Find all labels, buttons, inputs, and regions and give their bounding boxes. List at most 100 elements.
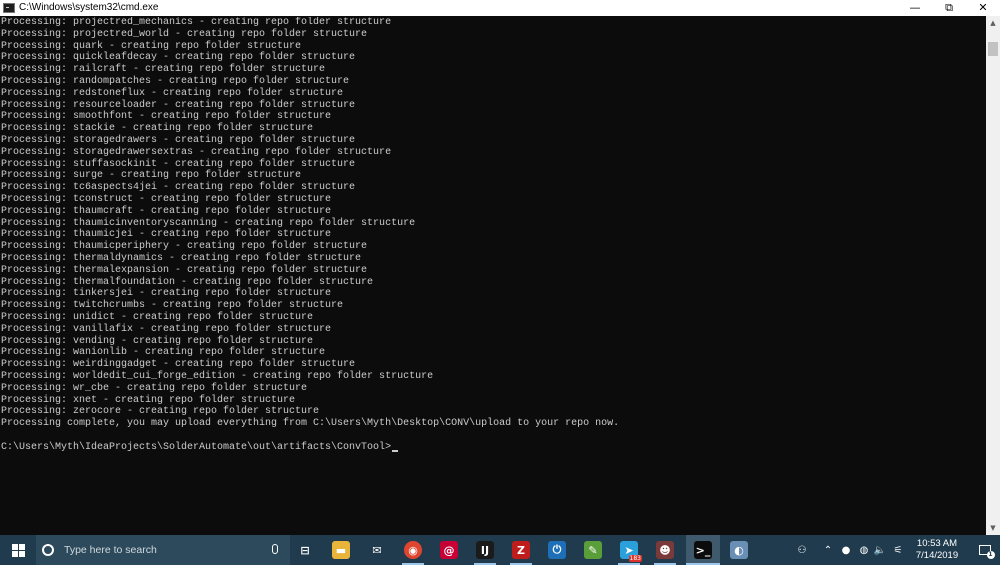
taskbar-app-power[interactable]: ⏻	[540, 535, 574, 565]
taskbar-app-file-explorer[interactable]: ▬	[324, 535, 358, 565]
tray-discord[interactable]: ◍	[856, 535, 872, 565]
console-line: Processing: surge - creating repo folder…	[1, 170, 302, 182]
console-line: Processing: tconstruct - creating repo f…	[1, 193, 332, 205]
console-line: Processing: tinkersjei - creating repo f…	[1, 288, 332, 300]
start-button[interactable]	[0, 535, 36, 565]
console-line: Processing: railcraft - creating repo fo…	[1, 64, 326, 76]
vertical-scrollbar[interactable]: ▲ ▼	[986, 16, 1000, 535]
microphone-icon[interactable]	[272, 544, 278, 554]
intellij-icon: IJ	[476, 541, 494, 559]
taskbar-app-filezilla[interactable]: Z	[504, 535, 538, 565]
taskbar-app-debian[interactable]: @	[432, 535, 466, 565]
console-line: Processing: thaumicjei - creating repo f…	[1, 229, 332, 241]
clock-time: 10:53 AM	[916, 538, 958, 549]
cmd-window: C:\Windows\system32\cmd.exe — ⧉ ✕ Proces…	[0, 0, 1000, 535]
discord-icon: ◍	[859, 544, 869, 556]
power-icon: ⏻	[548, 541, 566, 559]
close-button[interactable]: ✕	[966, 0, 1000, 16]
console-line: Processing: projectred_mechanics - creat…	[1, 17, 392, 28]
taskbar-app-chrome[interactable]: ◉	[396, 535, 430, 565]
tray-volume[interactable]: 🔈	[872, 535, 888, 565]
maximize-button[interactable]: ⧉	[932, 0, 966, 16]
tray-tray-app[interactable]: ●	[838, 535, 854, 565]
console-line: Processing: randompatches - creating rep…	[1, 75, 350, 87]
telegram-badge: 183	[628, 555, 642, 562]
tray-network[interactable]: ⚟	[890, 535, 906, 565]
game-icon: ☻	[656, 541, 674, 559]
console-line: Processing: xnet - creating repo folder …	[1, 394, 296, 406]
console-line: Processing: stuffasockinit - creating re…	[1, 158, 356, 170]
search-placeholder: Type here to search	[64, 544, 157, 556]
clock[interactable]: 10:53 AM 7/14/2019	[905, 538, 969, 562]
console-line: Processing: thermalfoundation - creating…	[1, 276, 374, 288]
show-hidden-icons-icon: ⌃	[823, 544, 833, 556]
console-line: Processing: twitchcrumbs - creating repo…	[1, 300, 344, 312]
search-box[interactable]: Type here to search	[36, 535, 290, 565]
console-line: Processing: wanionlib - creating repo fo…	[1, 347, 326, 359]
taskbar-app-paint[interactable]: ◐	[722, 535, 756, 565]
console-line: Processing: projectred_world - creating …	[1, 28, 368, 40]
console-line: Processing: zerocore - creating repo fol…	[1, 406, 320, 418]
console-line: Processing: thaumicperiphery - creating …	[1, 241, 368, 253]
chrome-icon: ◉	[404, 541, 422, 559]
console-line: Processing: wr_cbe - creating repo folde…	[1, 382, 308, 394]
taskbar-app-notepad[interactable]: ✎	[576, 535, 610, 565]
command-prompt[interactable]: C:\Users\Myth\IdeaProjects\SolderAutomat…	[0, 442, 986, 454]
taskbar-app-intellij[interactable]: IJ	[468, 535, 502, 565]
taskbar: Type here to search ⊟ ▬ ✉ ◉ @ IJ Z ⏻ ✎ ➤ 183 ☻ >_ ◐ ⚇…	[0, 535, 1000, 565]
action-center-button[interactable]: 1	[969, 535, 1000, 565]
scroll-thumb[interactable]	[988, 42, 998, 56]
volume-icon: 🔈	[873, 544, 887, 556]
taskbar-app-mail[interactable]: ✉	[360, 535, 394, 565]
taskbar-app-game[interactable]: ☻	[648, 535, 682, 565]
prompt-path: C:\Users\Myth\IdeaProjects\SolderAutomat…	[1, 441, 392, 453]
console-output[interactable]: Processing: projectred_mechanics - creat…	[0, 17, 986, 535]
console-line: Processing: thaumcraft - creating repo f…	[1, 205, 332, 217]
console-line: Processing: thaumicinventoryscanning - c…	[1, 217, 416, 229]
console-line: Processing: storagedrawers - creating re…	[1, 134, 356, 146]
console-line: Processing: resourceloader - creating re…	[1, 99, 356, 111]
title-bar[interactable]: C:\Windows\system32\cmd.exe — ⧉ ✕	[0, 0, 1000, 16]
taskbar-app-cmd[interactable]: >_	[686, 535, 720, 565]
minimize-button[interactable]: —	[898, 0, 932, 16]
console-line: Processing complete, you may upload ever…	[1, 418, 620, 430]
console-line: Processing: vanillafix - creating repo f…	[1, 323, 332, 335]
filezilla-icon: Z	[512, 541, 530, 559]
console-line: Processing: vending - creating repo fold…	[1, 335, 314, 347]
debian-icon: @	[440, 541, 458, 559]
console-line: Processing: redstoneflux - creating repo…	[1, 87, 344, 99]
console-line: Processing: storagedrawersextras - creat…	[1, 146, 392, 158]
console-line: Processing: smoothfont - creating repo f…	[1, 111, 332, 123]
cmd-icon: >_	[694, 541, 712, 559]
scroll-up-arrow-icon[interactable]: ▲	[986, 16, 1000, 30]
console-line: Processing: worldedit_cui_forge_edition …	[1, 370, 434, 382]
file-explorer-icon: ▬	[332, 541, 350, 559]
taskbar-app-telegram[interactable]: ➤ 183	[612, 535, 646, 565]
people-icon: ⚇	[797, 544, 807, 556]
windows-logo-icon	[11, 543, 25, 557]
notification-icon: 1	[978, 545, 995, 559]
tray-app-icon: ●	[841, 544, 851, 556]
task-view-icon: ⊟	[300, 543, 310, 557]
tray-people[interactable]: ⚇	[794, 535, 810, 565]
console-line: Processing: tc6aspects4jei - creating re…	[1, 182, 356, 194]
console-line: Processing: quickleafdecay - creating re…	[1, 52, 356, 64]
console-line: Processing: weirdinggadget - creating re…	[1, 359, 356, 371]
cortana-icon	[42, 544, 54, 556]
console-line: Processing: unidict - creating repo fold…	[1, 311, 314, 323]
cmd-icon	[3, 3, 15, 13]
clock-date: 7/14/2019	[915, 550, 959, 561]
text-cursor	[392, 450, 399, 453]
notepad-icon: ✎	[584, 541, 602, 559]
mail-icon: ✉	[372, 543, 382, 557]
taskbar-app-task-view[interactable]: ⊟	[288, 535, 322, 565]
paint-icon: ◐	[730, 541, 748, 559]
console-line: Processing: quark - creating repo folder…	[1, 40, 302, 52]
window-title: C:\Windows\system32\cmd.exe	[19, 2, 159, 13]
tray-show-hiddens-icon[interactable]: ⌃	[820, 535, 836, 565]
network-icon: ⚟	[893, 544, 903, 556]
notification-count: 1	[986, 551, 995, 559]
scroll-down-arrow-icon[interactable]: ▼	[986, 521, 1000, 535]
console-line: Processing: thermalexpansion - creating …	[1, 264, 368, 276]
